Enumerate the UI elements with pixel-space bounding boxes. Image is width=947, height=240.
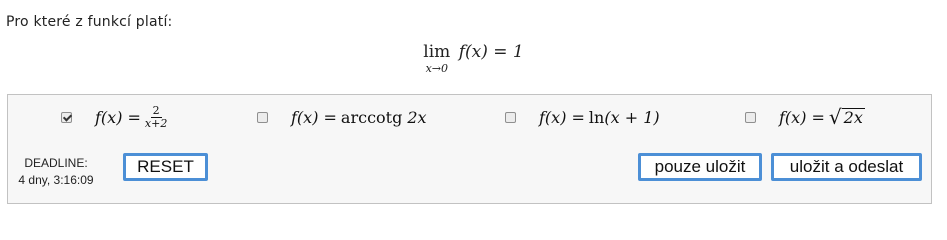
option-2-argument: 2x [407,107,427,127]
option-1-lhs: f(x) = [95,107,141,127]
option-4-sqrt: √ 2x [828,104,865,129]
option-2-function: arccotg [340,107,403,127]
option-4-checkbox[interactable] [745,111,756,123]
limit-subscript: x→0 [425,62,448,75]
deadline-remaining: 4 dny, 3:16:09 [18,173,94,187]
option-1[interactable]: f(x) = 2 x+2 [61,103,167,131]
sqrt-radical-icon: √ [828,104,842,129]
limit-formula: lim x→0 f(x) = 1 [0,42,947,75]
option-3-function: ln [588,107,605,127]
option-4[interactable]: f(x) = √ 2x [745,103,865,131]
deadline-info: DEADLINE: 4 dny, 3:16:09 [8,155,104,189]
question-prompt: Pro které z funkcí platí: [6,14,173,30]
limit-operator: lim x→0 [423,42,451,75]
reset-button[interactable]: RESET [123,153,208,181]
limit-expression: f(x) = 1 [458,42,524,62]
answer-panel: f(x) = 2 x+2 f(x) = arccotg 2x f(x) = ln… [7,94,932,204]
option-4-radicand: 2x [841,107,865,127]
option-2-checkbox[interactable] [257,111,268,123]
option-2[interactable]: f(x) = arccotg 2x [257,103,427,131]
save-button[interactable]: pouze uložit [638,153,762,181]
option-1-fraction: 2 x+2 [145,105,167,129]
deadline-label: DEADLINE: [24,156,88,170]
option-1-numerator: 2 [150,103,162,118]
option-1-checkbox[interactable] [61,111,72,123]
option-3-lhs: f(x) = [539,107,585,127]
option-2-lhs: f(x) = [291,107,337,127]
limit-word: lim [423,42,451,62]
save-and-send-button[interactable]: uložit a odeslat [771,153,922,181]
option-3[interactable]: f(x) = ln (x + 1) [505,103,660,131]
option-3-argument: (x + 1) [604,107,660,127]
option-1-denominator: x+2 [144,116,168,130]
option-3-checkbox[interactable] [505,111,516,123]
option-4-lhs: f(x) = [779,107,825,127]
